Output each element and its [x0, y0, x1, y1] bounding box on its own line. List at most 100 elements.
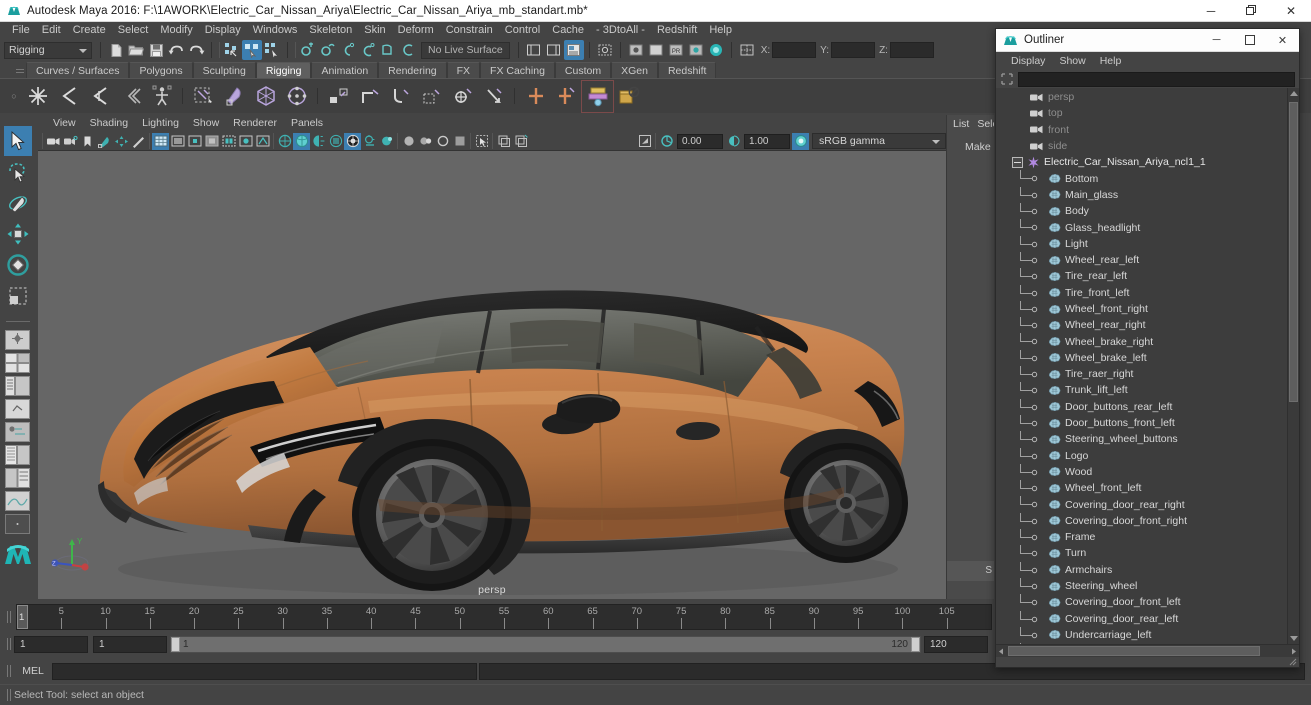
- two-d-pan-zoom-icon[interactable]: [113, 133, 130, 150]
- attribute-editor-menu-list[interactable]: List: [953, 118, 969, 130]
- shaded-wireframe-icon[interactable]: [310, 133, 327, 150]
- render-settings-icon[interactable]: [563, 40, 584, 60]
- resolution-gate-icon[interactable]: [186, 133, 203, 150]
- outliner-item-row[interactable]: Steering_wheel_buttons: [996, 431, 1287, 447]
- outliner-hscroll-thumb[interactable]: [1008, 646, 1260, 656]
- layout-persp-outliner-button[interactable]: [4, 467, 31, 488]
- outliner-item-row[interactable]: Wheel_front_right: [996, 300, 1287, 317]
- snap-to-projected-center-icon[interactable]: [358, 40, 378, 60]
- orient-constraint-icon[interactable]: [385, 81, 416, 112]
- menu-redshift[interactable]: Redshift: [651, 22, 703, 39]
- open-scene-icon[interactable]: [126, 40, 146, 60]
- depth-of-field-icon[interactable]: [434, 133, 451, 150]
- range-end-handle[interactable]: [911, 636, 920, 652]
- xray-toggle-icon[interactable]: [237, 133, 254, 150]
- menu-set-dropdown[interactable]: Rigging: [4, 41, 92, 59]
- exposure-value-field[interactable]: 0.00: [677, 133, 723, 149]
- layout-blank-button[interactable]: [4, 513, 31, 534]
- create-deformer-icon[interactable]: [520, 81, 551, 112]
- scroll-left-arrow-icon[interactable]: [996, 645, 1007, 657]
- render-region-icon[interactable]: [646, 40, 666, 60]
- resize-grip-icon[interactable]: [1288, 657, 1297, 666]
- viewport-menu-panels[interactable]: Panels: [284, 115, 330, 132]
- menu-display[interactable]: Display: [199, 22, 247, 39]
- rotate-tool-button[interactable]: [4, 250, 32, 280]
- isolate-select-icon[interactable]: [473, 133, 490, 150]
- interactive-bind-icon[interactable]: [250, 81, 281, 112]
- snap-to-point-icon[interactable]: [338, 40, 358, 60]
- animation-end-field[interactable]: 120: [924, 635, 988, 653]
- outliner-item-row[interactable]: Frame: [996, 529, 1287, 545]
- color-management-toggle-icon[interactable]: [636, 133, 653, 150]
- shelf-tab-redshift[interactable]: Redshift: [657, 62, 717, 78]
- shelf-tab-animation[interactable]: Animation: [311, 62, 379, 78]
- viewport-panel-options-icon[interactable]: [512, 133, 529, 150]
- redo-icon[interactable]: [186, 40, 206, 60]
- menu-control[interactable]: Control: [499, 22, 546, 39]
- layout-graph-editor-button[interactable]: [4, 490, 31, 511]
- outliner-item-row[interactable]: Steering_wheel: [996, 577, 1287, 594]
- aim-constraint-icon[interactable]: [447, 81, 478, 112]
- select-by-component-icon[interactable]: [262, 40, 282, 60]
- outliner-minimize-button[interactable]: ─: [1200, 29, 1233, 52]
- menu-constrain[interactable]: Constrain: [440, 22, 499, 39]
- outliner-menu-help[interactable]: Help: [1093, 52, 1129, 70]
- color-profile-toggle-icon[interactable]: [792, 132, 809, 150]
- insert-joint-icon[interactable]: [115, 81, 146, 112]
- motion-blur-icon[interactable]: [400, 133, 417, 150]
- menu-file[interactable]: File: [6, 22, 36, 39]
- outliner-scroll-thumb[interactable]: [1289, 102, 1298, 402]
- open-render-view-icon[interactable]: [524, 40, 544, 60]
- layout-hypershade-button[interactable]: [4, 421, 31, 442]
- menu-windows[interactable]: Windows: [247, 22, 304, 39]
- outliner-item-row[interactable]: Wheel_front_left: [996, 480, 1287, 496]
- menu-help[interactable]: Help: [703, 22, 738, 39]
- outliner-item-row[interactable]: Covering_door_rear_left: [996, 610, 1287, 627]
- outliner-item-row[interactable]: Wheel_brake_right: [996, 333, 1287, 349]
- outliner-camera-row[interactable]: top: [996, 105, 1287, 121]
- ambient-occlusion-icon[interactable]: [378, 133, 395, 150]
- color-profile-dropdown[interactable]: sRGB gamma: [812, 133, 946, 149]
- minimize-button[interactable]: ─: [1191, 0, 1231, 22]
- scale-constraint-icon[interactable]: [416, 81, 447, 112]
- outliner-item-row[interactable]: Wheel_rear_left: [996, 251, 1287, 268]
- live-surface-field[interactable]: No Live Surface: [421, 41, 510, 59]
- outliner-horizontal-scrollbar[interactable]: [996, 644, 1299, 657]
- layout-persp-graph-button[interactable]: [4, 398, 31, 419]
- new-scene-icon[interactable]: [106, 40, 126, 60]
- undo-icon[interactable]: [166, 40, 186, 60]
- parent-constraint-icon[interactable]: [323, 81, 354, 112]
- point-constraint-icon[interactable]: [354, 81, 385, 112]
- lasso-select-tool-button[interactable]: [4, 157, 32, 187]
- menu-skeleton[interactable]: Skeleton: [303, 22, 358, 39]
- menu-skin[interactable]: Skin: [358, 22, 391, 39]
- shelf-tab-rendering[interactable]: Rendering: [378, 62, 447, 78]
- outliner-item-row[interactable]: Tire_rear_left: [996, 268, 1287, 284]
- outliner-item-row[interactable]: Turn: [996, 545, 1287, 561]
- create-deformer-options-icon[interactable]: [551, 81, 582, 112]
- command-language-label[interactable]: MEL: [14, 665, 52, 677]
- outliner-camera-row[interactable]: persp: [996, 89, 1287, 105]
- menu-create[interactable]: Create: [67, 22, 112, 39]
- outliner-maximize-button[interactable]: [1233, 29, 1266, 52]
- x-coordinate-field[interactable]: [772, 42, 817, 58]
- outliner-item-row[interactable]: Door_buttons_rear_left: [996, 398, 1287, 415]
- viewport-settings-icon[interactable]: [495, 133, 512, 150]
- toggle-panel-layout-icon[interactable]: [737, 40, 757, 60]
- outliner-item-row[interactable]: Wood: [996, 463, 1287, 480]
- make-live-icon[interactable]: [398, 40, 418, 60]
- delete-deformer-icon[interactable]: [613, 81, 644, 112]
- snap-to-grid-icon[interactable]: [298, 40, 318, 60]
- outliner-menu-display[interactable]: Display: [1004, 52, 1052, 70]
- menu-edit[interactable]: Edit: [36, 22, 67, 39]
- shelf-tab-curves-surfaces[interactable]: Curves / Surfaces: [26, 62, 130, 78]
- outliner-item-row[interactable]: Covering_door_front_right: [996, 512, 1287, 529]
- time-slider[interactable]: 1 5 10 15 20 25 30 35 40 45 50 55 60 65 70 75 80 85 90 95 1…: [16, 604, 992, 630]
- menu-cache[interactable]: Cache: [546, 22, 590, 39]
- lattice-deformer-icon[interactable]: [581, 79, 614, 113]
- outliner-root-row[interactable]: Electric_Car_Nissan_Ariya_ncl1_1: [996, 154, 1287, 170]
- render-current-frame-icon[interactable]: [544, 40, 564, 60]
- shadows-icon[interactable]: [361, 133, 378, 150]
- shelf-tab-fx[interactable]: FX: [446, 62, 481, 78]
- ik-handle-icon[interactable]: [53, 81, 84, 112]
